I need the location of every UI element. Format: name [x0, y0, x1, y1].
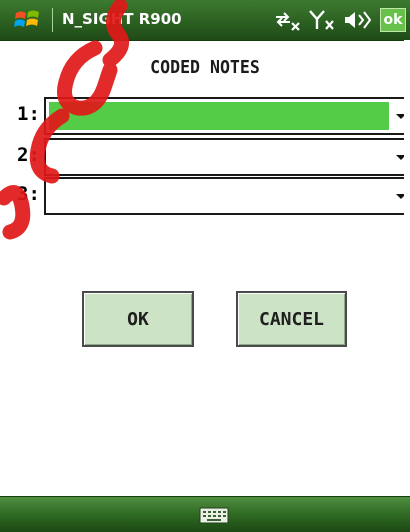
title-ok-button[interactable]: ok: [380, 8, 406, 32]
right-edge: [404, 40, 410, 496]
note-1-dropdown[interactable]: [44, 97, 410, 135]
note-label: 2:: [17, 144, 40, 166]
note-3-dropdown[interactable]: [44, 177, 410, 215]
keyboard-icon[interactable]: [199, 505, 229, 525]
volume-icon[interactable]: [343, 9, 371, 31]
cancel-button[interactable]: CANCEL: [236, 291, 347, 347]
note-label: 3:: [17, 183, 40, 205]
page-title: CODED NOTES: [150, 57, 260, 78]
connectivity-icon[interactable]: [272, 9, 302, 31]
note-label: 1:: [17, 103, 40, 125]
note-row-2: 2:: [0, 138, 410, 176]
title-bar: N_SIGHT R900 ok: [0, 0, 410, 41]
title-separator: [52, 8, 53, 32]
bottom-bar: [0, 496, 410, 532]
app-title: N_SIGHT R900: [62, 10, 182, 28]
windows-start-icon[interactable]: [14, 8, 40, 32]
note-2-dropdown[interactable]: [44, 138, 410, 176]
ok-button[interactable]: OK: [82, 291, 194, 347]
signal-off-icon[interactable]: [308, 9, 336, 31]
note-row-1: 1:: [0, 97, 410, 135]
note-row-3: 3:: [0, 177, 410, 215]
selection-highlight: [49, 102, 389, 130]
